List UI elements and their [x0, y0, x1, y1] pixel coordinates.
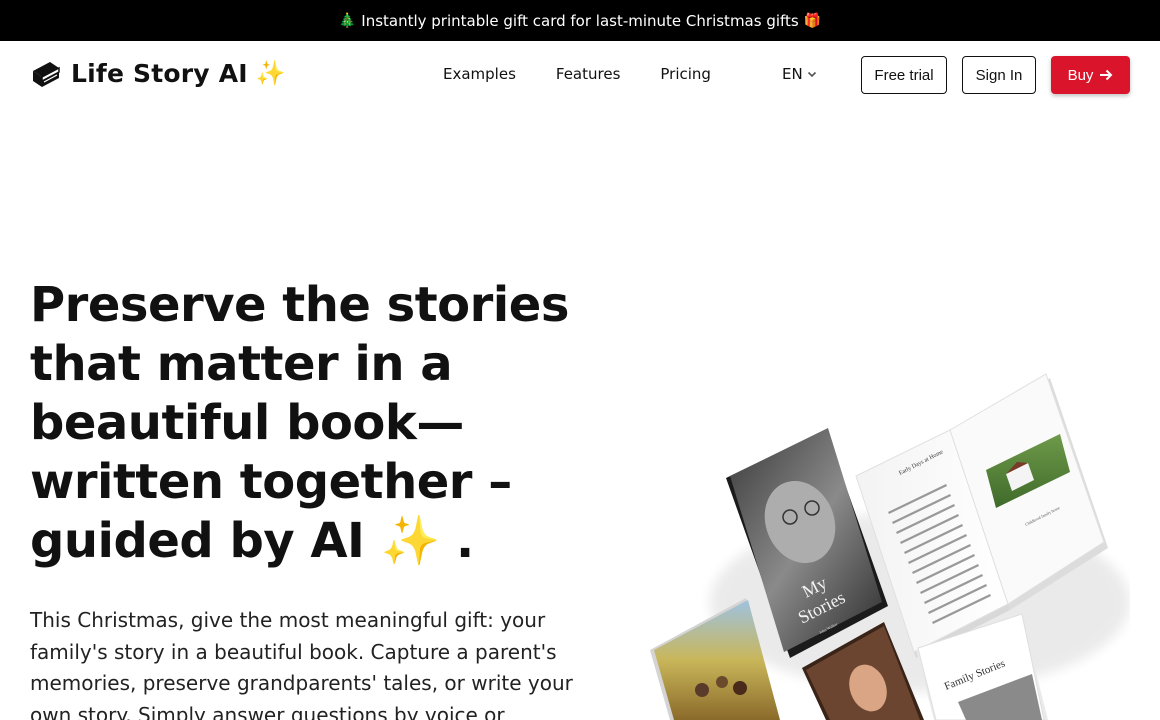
nav-link-pricing[interactable]: Pricing: [660, 65, 711, 83]
chevron-down-icon: [807, 71, 816, 78]
buy-button[interactable]: Buy: [1051, 56, 1130, 94]
arrow-right-icon: [1100, 69, 1113, 81]
books-showcase-image: Early Days at Home Childhood family home: [650, 373, 1130, 720]
nav-link-examples[interactable]: Examples: [443, 65, 516, 83]
language-selector[interactable]: EN: [782, 65, 818, 83]
christmas-tree-icon: 🎄: [338, 12, 357, 29]
sign-in-button[interactable]: Sign In: [962, 56, 1036, 94]
language-label: EN: [782, 65, 803, 83]
hero-title-line-3: beautiful book—: [30, 395, 464, 451]
hero-title-line-5: guided by AI: [30, 513, 381, 569]
nav-links: Examples Features Pricing: [443, 65, 711, 83]
top-navigation: Life Story AI ✨ Examples Features Pricin…: [0, 41, 1160, 111]
gift-icon: 🎁: [803, 12, 822, 29]
promo-text: Instantly printable gift card for last-m…: [361, 11, 799, 30]
promo-banner[interactable]: 🎄 Instantly printable gift card for last…: [0, 0, 1160, 41]
brand-logo[interactable]: Life Story AI ✨: [30, 59, 286, 88]
hero-title-highlight: written together: [10, 453, 494, 519]
free-trial-button[interactable]: Free trial: [861, 56, 947, 94]
sign-in-label: Sign In: [975, 66, 1023, 84]
hero-description: This Christmas, give the most meaningful…: [30, 608, 573, 720]
hero-title-line-2: that matter in a: [30, 336, 453, 392]
buy-label: Buy: [1067, 66, 1094, 84]
brand-name: Life Story AI: [71, 59, 248, 88]
nav-link-features[interactable]: Features: [556, 65, 621, 83]
hero-title-dash: –: [471, 454, 512, 510]
hero-title-end: .: [439, 513, 474, 569]
free-trial-label: Free trial: [874, 66, 934, 84]
sparkles-icon: ✨: [380, 513, 441, 569]
hero-title-line-1: Preserve the stories: [30, 277, 569, 333]
sparkles-icon: ✨: [255, 60, 286, 87]
hero-title: Preserve the stories that matter in a be…: [10, 276, 590, 571]
book-icon: [33, 61, 60, 87]
